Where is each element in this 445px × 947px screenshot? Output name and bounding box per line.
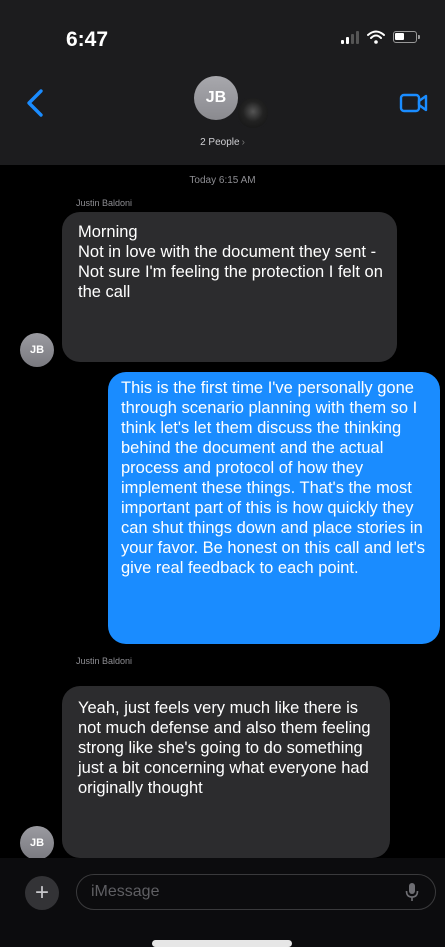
sender-avatar[interactable]: JB [20,826,54,860]
avatar-jb: JB [194,76,238,120]
sender-name: Justin Baldoni [76,656,133,666]
battery-icon [393,31,420,43]
sender-name: Justin Baldoni [76,198,133,208]
message-bubble-incoming[interactable]: Yeah, just feels very much like there is… [62,686,390,858]
conversation-timestamp: Today 6:15 AM [189,175,256,186]
apps-plus-button[interactable]: + [25,876,59,910]
message-text: This is the first time I've personally g… [121,379,425,577]
microphone-icon[interactable] [405,882,419,902]
chevron-right-icon: › [241,137,245,148]
avatar-photo [236,96,270,130]
message-bubble-outgoing[interactable]: This is the first time I've personally g… [108,372,440,644]
messages-screen: 6:47 JB 2 People › Today 6:15 AM Justin … [0,0,445,947]
message-text: Yeah, just feels very much like there is… [78,699,371,797]
status-time: 6:47 [66,28,109,51]
chevron-left-icon[interactable] [24,88,48,118]
group-avatar[interactable]: JB [194,76,284,136]
video-camera-icon[interactable] [399,92,429,114]
cellular-signal-icon [341,30,359,44]
wifi-icon [367,30,385,44]
message-composer: + [0,858,445,947]
status-icons [341,30,420,44]
people-count-label: 2 People [200,137,240,148]
imessage-input[interactable] [76,874,436,910]
sender-avatar[interactable]: JB [20,333,54,367]
conversation-header: 6:47 JB 2 People › [0,0,445,165]
message-bubble-incoming[interactable]: Morning Not in love with the document th… [62,212,397,362]
group-details-link[interactable]: 2 People › [0,137,445,148]
home-indicator[interactable] [152,940,292,947]
message-text: Morning Not in love with the document th… [78,223,383,301]
